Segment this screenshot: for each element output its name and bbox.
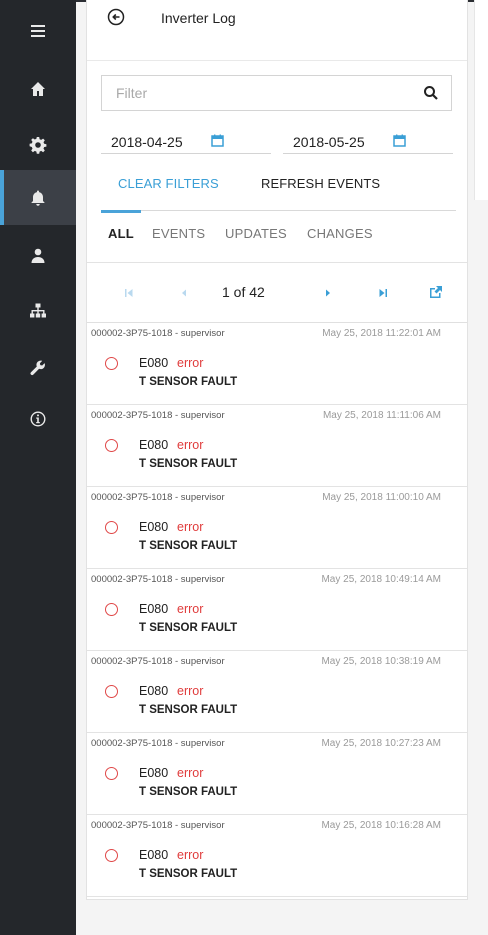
calendar-icon[interactable]: [211, 134, 224, 147]
list-item[interactable]: 000002-3P75-1018 - supervisor May 25, 20…: [87, 323, 467, 405]
event-source: 000002-3P75-1018 - supervisor: [91, 820, 225, 831]
event-code: E080: [139, 438, 169, 452]
event-severity: error: [177, 356, 204, 370]
start-date-value: 2018-04-25: [111, 134, 183, 150]
status-circle-icon: [105, 767, 118, 780]
hamburger-menu-icon[interactable]: [0, 6, 76, 56]
status-circle-icon: [105, 849, 118, 862]
bell-icon[interactable]: [0, 170, 76, 225]
event-source: 000002-3P75-1018 - supervisor: [91, 656, 225, 667]
event-timestamp: May 25, 2018 10:49:14 AM: [321, 574, 441, 585]
event-timestamp: May 25, 2018 11:11:06 AM: [322, 410, 441, 421]
filter-field: [101, 75, 452, 111]
filter-input[interactable]: [102, 76, 412, 110]
event-source: 000002-3P75-1018 - supervisor: [91, 492, 225, 503]
pagination-bar: 1 of 42: [87, 276, 467, 310]
event-source: 000002-3P75-1018 - supervisor: [91, 738, 225, 749]
event-code: E080: [139, 602, 169, 616]
event-code: E080: [139, 684, 169, 698]
event-timestamp: May 25, 2018 10:38:19 AM: [321, 656, 441, 667]
status-circle-icon: [105, 439, 118, 452]
event-severity: error: [177, 520, 204, 534]
adjacent-panel-edge: [474, 0, 488, 200]
sitemap-icon[interactable]: [0, 283, 76, 338]
first-page-icon[interactable]: [123, 286, 135, 298]
gear-icon[interactable]: [0, 117, 76, 172]
wrench-icon[interactable]: [0, 340, 76, 395]
list-item[interactable]: 000002-3P75-1018 - supervisor May 25, 20…: [87, 651, 467, 733]
next-page-icon[interactable]: [322, 286, 334, 298]
event-code: E080: [139, 766, 169, 780]
page-title: Inverter Log: [161, 10, 236, 26]
tab-active-indicator: [101, 210, 141, 213]
event-code: E080: [139, 520, 169, 534]
event-severity: error: [177, 602, 204, 616]
divider: [101, 210, 456, 211]
event-list: 000002-3P75-1018 - supervisor May 25, 20…: [87, 323, 467, 897]
event-severity: error: [177, 684, 204, 698]
tab-all[interactable]: ALL: [108, 226, 134, 241]
refresh-events-button[interactable]: REFRESH EVENTS: [261, 176, 380, 191]
end-date-field[interactable]: 2018-05-25: [283, 130, 453, 154]
event-description: T SENSOR FAULT: [139, 868, 238, 880]
event-timestamp: May 25, 2018 11:22:01 AM: [322, 328, 441, 339]
person-icon[interactable]: [0, 228, 76, 283]
event-description: T SENSOR FAULT: [139, 704, 238, 716]
event-description: T SENSOR FAULT: [139, 786, 238, 798]
event-code: E080: [139, 848, 169, 862]
end-date-value: 2018-05-25: [293, 134, 365, 150]
event-source: 000002-3P75-1018 - supervisor: [91, 410, 225, 421]
event-severity: error: [177, 766, 204, 780]
tab-changes[interactable]: CHANGES: [307, 226, 373, 241]
event-source: 000002-3P75-1018 - supervisor: [91, 328, 225, 339]
event-description: T SENSOR FAULT: [139, 458, 238, 470]
event-severity: error: [177, 438, 204, 452]
list-item[interactable]: 000002-3P75-1018 - supervisor May 25, 20…: [87, 487, 467, 569]
status-circle-icon: [105, 357, 118, 370]
back-arrow-icon[interactable]: [107, 8, 125, 26]
side-nav: [0, 0, 76, 935]
page-indicator: 1 of 42: [222, 284, 265, 300]
list-item[interactable]: 000002-3P75-1018 - supervisor May 25, 20…: [87, 815, 467, 897]
event-description: T SENSOR FAULT: [139, 376, 238, 388]
info-circle-icon[interactable]: [0, 391, 76, 446]
event-code: E080: [139, 356, 169, 370]
clear-filters-button[interactable]: CLEAR FILTERS: [118, 176, 219, 191]
divider: [87, 262, 467, 263]
last-page-icon[interactable]: [377, 286, 389, 298]
inverter-log-panel: Inverter Log 2018-04-25 2018-05-25 CLEAR…: [86, 0, 468, 900]
tab-updates[interactable]: UPDATES: [225, 226, 287, 241]
start-date-field[interactable]: 2018-04-25: [101, 130, 271, 154]
event-timestamp: May 25, 2018 11:00:10 AM: [322, 492, 441, 503]
event-timestamp: May 25, 2018 10:27:23 AM: [321, 738, 441, 749]
status-circle-icon: [105, 603, 118, 616]
divider: [87, 60, 467, 61]
home-icon[interactable]: [0, 61, 76, 116]
status-circle-icon: [105, 521, 118, 534]
event-description: T SENSOR FAULT: [139, 540, 238, 552]
calendar-icon[interactable]: [393, 134, 406, 147]
event-source: 000002-3P75-1018 - supervisor: [91, 574, 225, 585]
previous-page-icon[interactable]: [178, 286, 190, 298]
event-severity: error: [177, 848, 204, 862]
export-icon[interactable]: [428, 284, 444, 300]
list-item[interactable]: 000002-3P75-1018 - supervisor May 25, 20…: [87, 733, 467, 815]
list-item[interactable]: 000002-3P75-1018 - supervisor May 25, 20…: [87, 405, 467, 487]
status-circle-icon: [105, 685, 118, 698]
list-item[interactable]: 000002-3P75-1018 - supervisor May 25, 20…: [87, 569, 467, 651]
search-icon[interactable]: [423, 85, 439, 101]
event-description: T SENSOR FAULT: [139, 622, 238, 634]
event-timestamp: May 25, 2018 10:16:28 AM: [321, 820, 441, 831]
tab-events[interactable]: EVENTS: [152, 226, 205, 241]
